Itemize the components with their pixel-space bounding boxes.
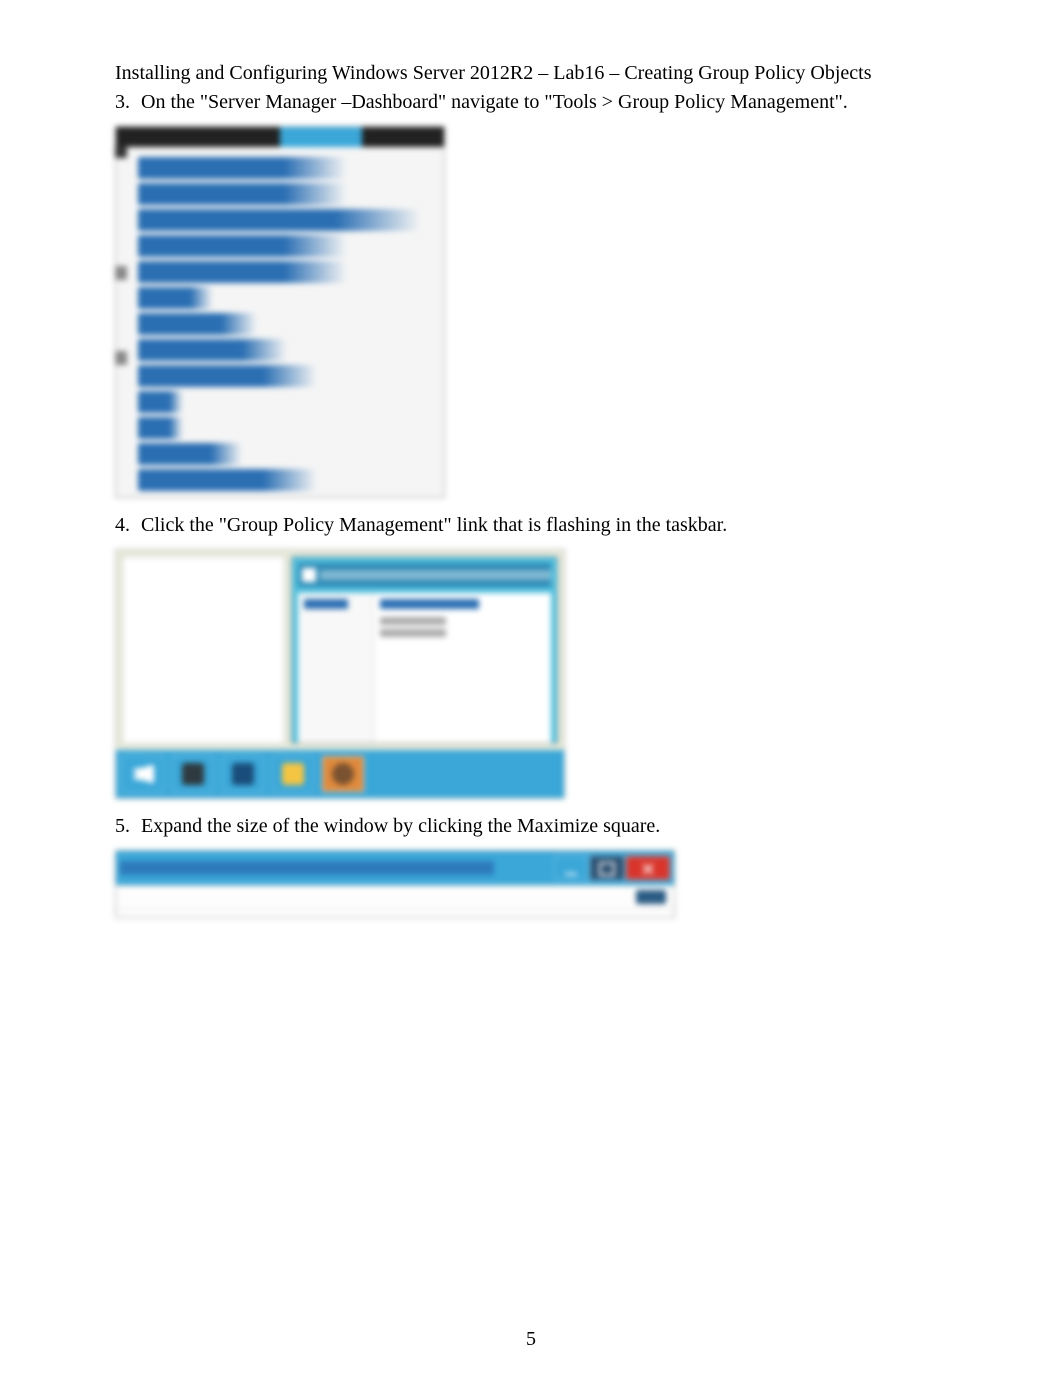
menu-item[interactable] bbox=[138, 235, 347, 257]
folder-icon bbox=[282, 763, 304, 785]
step-5: 5. Expand the size of the window by clic… bbox=[115, 813, 947, 840]
taskbar-file-explorer[interactable] bbox=[272, 756, 314, 792]
menu-item[interactable] bbox=[138, 391, 183, 413]
gpm-window-titlebar bbox=[298, 563, 551, 587]
close-button[interactable] bbox=[626, 856, 670, 880]
menu-item[interactable] bbox=[138, 313, 257, 335]
menu-item[interactable] bbox=[138, 443, 242, 465]
maximize-button[interactable] bbox=[590, 856, 624, 880]
gpm-titlebar bbox=[116, 851, 674, 885]
menu-item-gpm[interactable] bbox=[138, 469, 317, 491]
tools-dropdown-menu bbox=[116, 147, 444, 497]
screenshot-taskbar-gpm bbox=[115, 549, 947, 799]
gpm-icon bbox=[332, 763, 354, 785]
sidebar-icon bbox=[115, 266, 127, 280]
topbar-tools-tab[interactable] bbox=[280, 127, 362, 147]
gpm-window bbox=[291, 556, 558, 744]
menu-item[interactable] bbox=[138, 209, 421, 231]
taskbar-powershell[interactable] bbox=[222, 756, 264, 792]
taskbar-server-manager[interactable] bbox=[172, 756, 214, 792]
step-3-text: On the "Server Manager –Dashboard" navig… bbox=[141, 89, 947, 116]
gpm-content-edge bbox=[116, 909, 674, 917]
gpm-tree-root[interactable] bbox=[304, 599, 348, 609]
step-5-text: Expand the size of the window by clickin… bbox=[141, 813, 947, 840]
minimize-button[interactable] bbox=[554, 856, 588, 880]
gpm-titlebar-title bbox=[120, 861, 494, 875]
menu-item[interactable] bbox=[138, 417, 183, 439]
step-3-number: 3. bbox=[115, 89, 141, 116]
menu-item[interactable] bbox=[138, 261, 347, 283]
screenshot-tools-menu bbox=[115, 126, 947, 498]
server-manager-topbar bbox=[116, 127, 444, 147]
windows-logo-icon bbox=[132, 763, 154, 785]
step-3: 3. On the "Server Manager –Dashboard" na… bbox=[115, 89, 947, 116]
menu-item[interactable] bbox=[138, 339, 287, 361]
gpm-window-icon bbox=[302, 568, 316, 582]
screenshot-maximize bbox=[115, 850, 947, 918]
gpm-window-title bbox=[320, 570, 551, 580]
page-number: 5 bbox=[0, 1328, 1062, 1351]
menu-item[interactable] bbox=[138, 287, 213, 309]
gpm-details-label bbox=[380, 629, 446, 637]
server-manager-panel bbox=[122, 556, 285, 744]
powershell-icon bbox=[232, 763, 254, 785]
gpm-tree-pane[interactable] bbox=[298, 593, 374, 743]
windows-taskbar bbox=[116, 750, 564, 798]
gpm-details-label bbox=[380, 617, 446, 625]
gpm-details-heading bbox=[380, 599, 479, 609]
gpm-details-pane bbox=[374, 593, 551, 743]
start-button[interactable] bbox=[122, 756, 164, 792]
sidebar-dashboard-icon bbox=[115, 146, 127, 158]
step-4-text: Click the "Group Policy Management" link… bbox=[141, 512, 947, 539]
taskbar-gpm-flashing[interactable] bbox=[322, 756, 364, 792]
step-5-number: 5. bbox=[115, 813, 141, 840]
server-manager-icon bbox=[182, 763, 204, 785]
menubar-drop-icon[interactable] bbox=[636, 890, 666, 904]
topbar-segment bbox=[362, 127, 444, 147]
step-4: 4. Click the "Group Policy Management" l… bbox=[115, 512, 947, 539]
menu-item[interactable] bbox=[138, 157, 347, 179]
step-4-number: 4. bbox=[115, 512, 141, 539]
topbar-segment bbox=[116, 127, 198, 147]
menu-item[interactable] bbox=[138, 365, 317, 387]
menu-item[interactable] bbox=[138, 183, 347, 205]
topbar-segment bbox=[198, 127, 280, 147]
gpm-menubar[interactable] bbox=[116, 885, 674, 909]
sidebar-icon bbox=[115, 351, 127, 365]
page-header: Installing and Configuring Windows Serve… bbox=[115, 60, 947, 87]
